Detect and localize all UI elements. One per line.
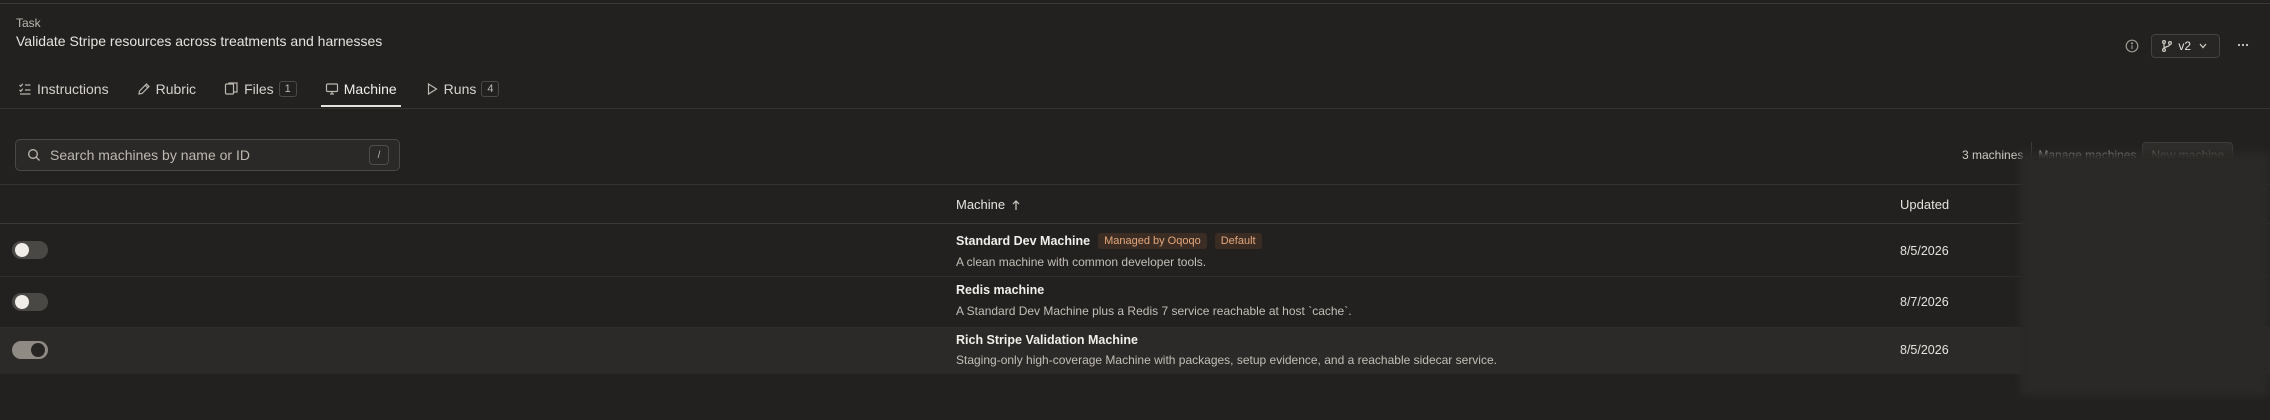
tab-runs[interactable]: Runs 4 [421,76,504,102]
tab-rubric[interactable]: Rubric [133,76,200,102]
pencil-icon [137,82,151,96]
search-icon [27,148,41,162]
table-top-divider [0,184,2270,185]
column-header-label: Updated [1900,197,1950,212]
default-badge: Default [1214,233,1262,249]
more-options-button[interactable] [2232,35,2254,57]
search-input[interactable] [50,147,360,163]
machine-toggle[interactable] [12,341,48,359]
table-row[interactable]: Rich Stripe Validation Machine Staging-o… [0,328,2270,374]
files-icon [224,82,239,96]
tab-bar: Instructions Rubric Files 1 Machine Runs… [14,76,523,107]
info-icon[interactable] [2125,39,2139,53]
git-branch-icon [2160,39,2174,53]
machine-toggle[interactable] [12,293,48,311]
machine-name: Redis machine [956,283,1045,297]
page-eyebrow: Task [16,16,41,30]
search-shortcut-key: / [369,145,389,165]
machine-name-line: Rich Stripe Validation Machine [956,333,1138,347]
header-actions: v2 [2125,34,2254,58]
machine-name-line: Redis machine [956,283,1044,297]
search-box[interactable]: / [15,139,400,171]
machine-name: Rich Stripe Validation Machine [956,333,1138,347]
tabs-divider [0,108,2270,109]
updated-date: 8/5/2026 [1900,244,1949,258]
toggle-knob [31,343,45,357]
machine-name: Standard Dev Machine [956,234,1091,248]
tab-count-badge: 4 [481,81,500,97]
tab-count-badge: 1 [278,81,297,97]
tab-label: Instructions [37,81,109,97]
redacted-region [2020,152,2270,396]
toggle-knob [15,295,29,309]
column-header-label: Machine [956,197,1006,212]
table-row[interactable]: Standard Dev Machine Managed by Oqoqo De… [0,224,2270,276]
column-header-machine[interactable]: Machine [956,197,1021,212]
top-divider [0,3,2270,4]
tab-instructions[interactable]: Instructions [14,76,113,102]
task-page: Task Validate Stripe resources across tr… [0,0,2270,420]
table-row[interactable]: Redis machine A Standard Dev Machine plu… [0,277,2270,327]
monitor-icon [325,82,339,96]
machine-description: Staging-only high-coverage Machine with … [956,353,1497,367]
machine-description: A clean machine with common developer to… [956,255,1207,269]
managed-badge: Managed by Oqoqo [1098,233,1207,249]
machine-toggle[interactable] [12,241,48,259]
toggle-knob [15,243,29,257]
list-checks-icon [18,82,32,96]
tab-files[interactable]: Files 1 [220,76,301,102]
play-icon [425,82,439,96]
tab-label: Rubric [155,81,197,97]
version-label: v2 [2178,39,2191,53]
chevron-down-icon [2195,39,2211,53]
arrow-up-icon [1011,199,1021,211]
machine-name-line: Standard Dev Machine Managed by Oqoqo De… [956,233,1262,249]
tab-label: Machine [343,81,397,97]
more-horizontal-icon [2236,38,2250,55]
version-select[interactable]: v2 [2151,34,2220,58]
updated-date: 8/7/2026 [1900,295,1949,309]
column-header-updated[interactable]: Updated [1900,197,1949,212]
tab-label: Runs [443,81,477,97]
updated-date: 8/5/2026 [1900,343,1949,357]
tab-machine[interactable]: Machine [320,76,401,107]
page-title: Validate Stripe resources across treatme… [16,33,383,49]
tab-label: Files [244,81,274,97]
machine-description: A Standard Dev Machine plus a Redis 7 se… [956,304,1352,318]
